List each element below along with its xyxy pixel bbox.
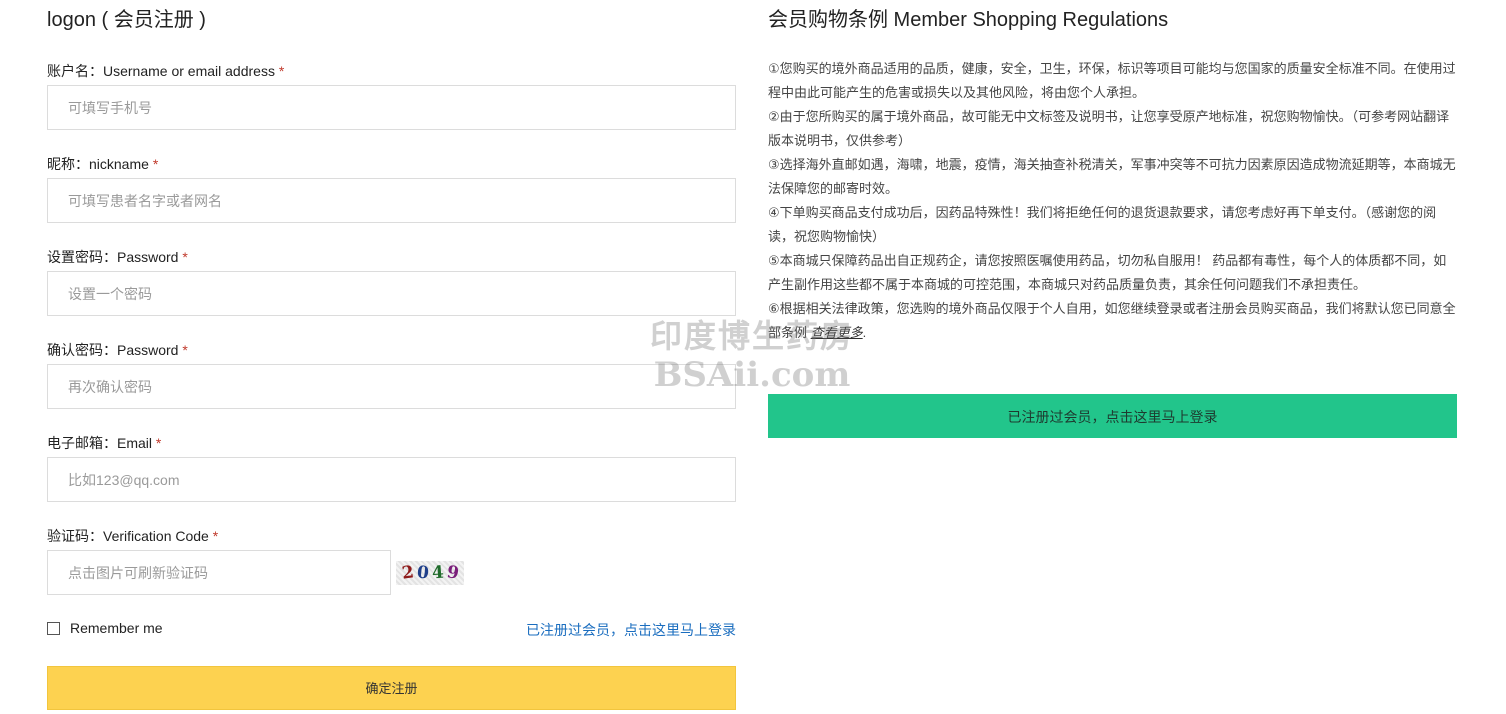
captcha-char: 0: [415, 562, 430, 584]
regulation-item: ⑤本商城只保障药品出自正规药企，请您按照医嘱使用药品，切勿私自服用！ 药品都有毒…: [768, 253, 1447, 292]
register-title: logon ( 会员注册 ): [47, 9, 206, 31]
password-input[interactable]: [47, 271, 736, 316]
regulation-item: ①您购买的境外商品适用的品质，健康，安全，卫生，环保，标识等项目可能均与您国家的…: [768, 61, 1456, 100]
remember-me-label: Remember me: [70, 620, 163, 636]
verification-code-label: 验证码：Verification Code *: [47, 528, 219, 544]
captcha-char: 9: [445, 562, 460, 584]
regulation-item: ④下单购买商品支付成功后，因药品特殊性！我们将拒绝任何的退货退款要求，请您考虑好…: [768, 205, 1437, 244]
password-label: 设置密码：Password *: [47, 249, 188, 265]
nickname-label: 昵称：nickname *: [47, 156, 159, 172]
regulation-item: ③选择海外直邮如遇，海啸，地震，疫情，海关抽查补税清关，军事冲突等不可抗力因素原…: [768, 157, 1456, 196]
username-input[interactable]: [47, 85, 736, 130]
regulations-title: 会员购物条例 Member Shopping Regulations: [768, 9, 1169, 31]
required-mark: *: [182, 342, 188, 358]
regulation-item: ②由于您所购买的属于境外商品，故可能无中文标签及说明书，让您享受原产地标准，祝您…: [768, 109, 1450, 148]
email-input[interactable]: [47, 457, 736, 502]
regulation-item-last: ⑥根据相关法律政策，您选购的境外商品仅限于个人自用，如您继续登录或者注册会员购买…: [768, 297, 1458, 345]
captcha-char: 2: [400, 562, 415, 584]
regulation-item: ⑥根据相关法律政策，您选购的境外商品仅限于个人自用，如您继续登录或者注册会员购买…: [768, 301, 1456, 340]
login-button[interactable]: 已注册过会员，点击这里马上登录: [768, 394, 1457, 438]
captcha-char: 4: [430, 562, 445, 584]
login-link[interactable]: 已注册过会员，点击这里马上登录: [526, 620, 736, 640]
regulations-list: ①您购买的境外商品适用的品质，健康，安全，卫生，环保，标识等项目可能均与您国家的…: [768, 57, 1458, 345]
remember-me-checkbox[interactable]: [47, 621, 60, 635]
required-mark: *: [278, 63, 285, 79]
captcha-image[interactable]: 2 0 4 9: [396, 561, 464, 585]
required-mark: *: [155, 435, 162, 451]
required-mark: *: [152, 156, 159, 172]
nickname-input[interactable]: [47, 178, 736, 223]
confirm-password-input[interactable]: [47, 364, 736, 409]
remember-me[interactable]: Remember me: [47, 620, 163, 636]
username-label: 账户名：Username or email address *: [47, 63, 285, 79]
more-suffix: .: [862, 325, 867, 340]
register-submit-button[interactable]: 确定注册: [47, 666, 736, 710]
view-more-link[interactable]: 查看更多: [811, 325, 863, 340]
email-label: 电子邮箱：Email *: [47, 435, 162, 451]
verification-code-input[interactable]: [47, 550, 391, 595]
required-mark: *: [212, 528, 219, 544]
required-mark: *: [182, 249, 188, 265]
confirm-password-label: 确认密码：Password *: [47, 342, 188, 358]
